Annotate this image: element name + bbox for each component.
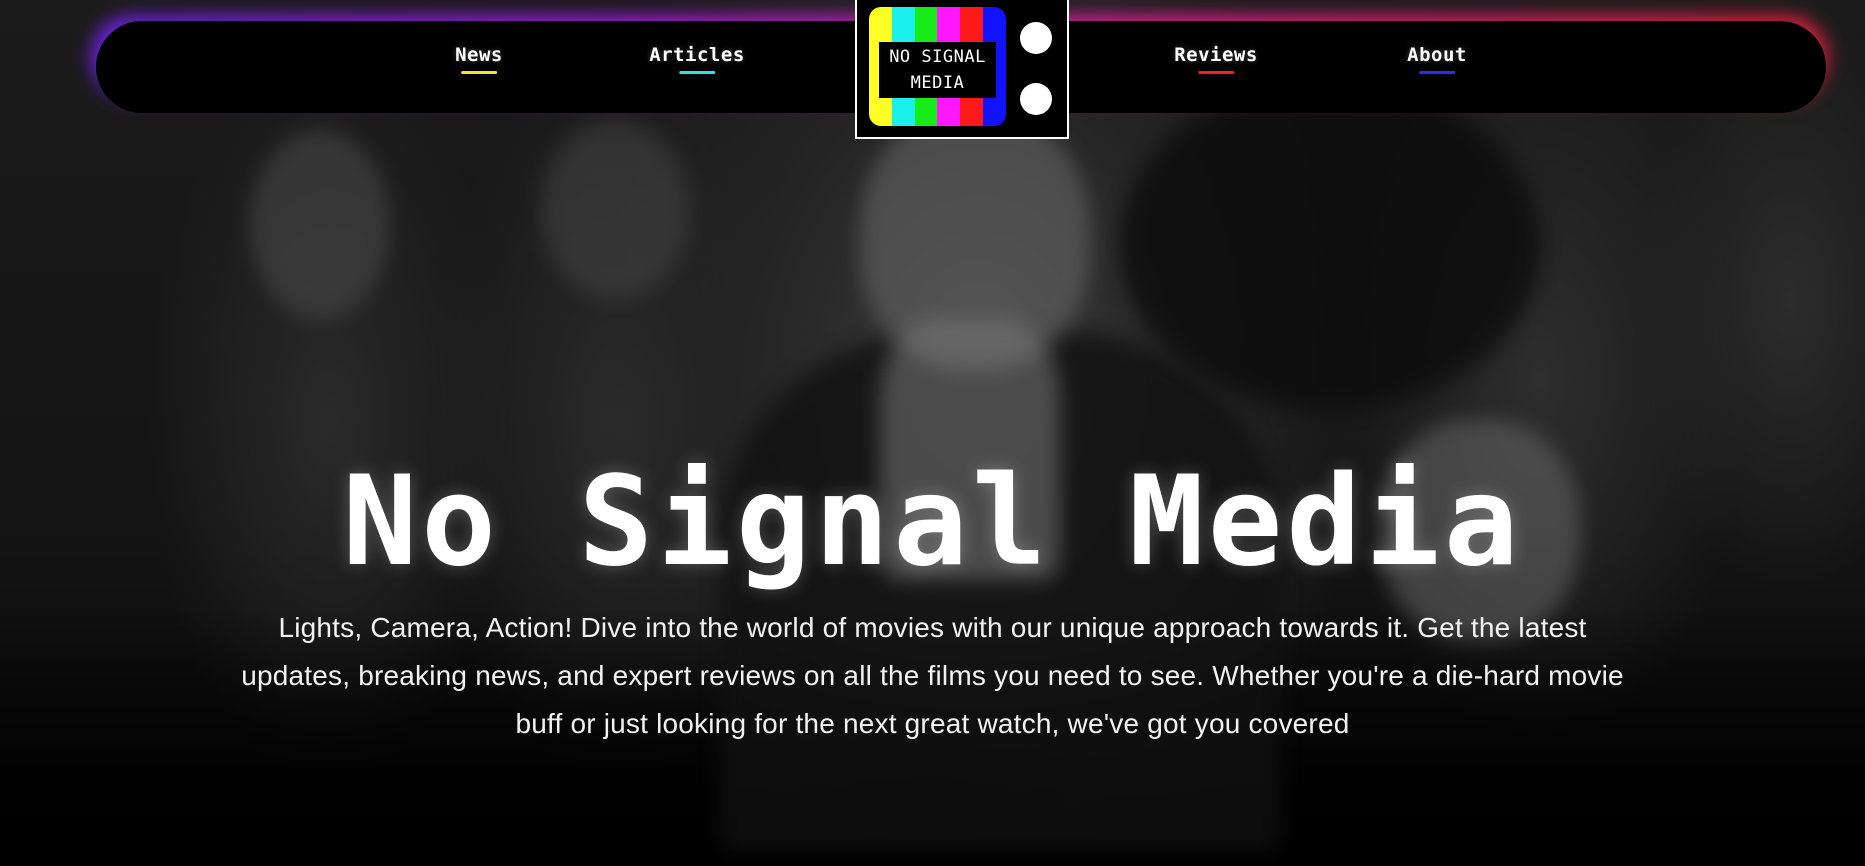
tv-knob-icon <box>1020 83 1052 115</box>
nav-underline <box>1197 71 1234 74</box>
hero-title: No Signal Media <box>342 450 1523 595</box>
nav-link-articles[interactable]: Articles <box>649 44 745 74</box>
nav-link-label: About <box>1407 44 1467 66</box>
nav-underline <box>460 71 497 74</box>
logo-text-line-1: NO SIGNAL <box>889 47 986 67</box>
nav-link-label: News <box>455 44 503 66</box>
page: News Articles Reviews About NO SIGNAL ME… <box>0 0 1865 866</box>
nav-underline <box>1418 71 1455 74</box>
nav-link-label: Reviews <box>1174 44 1258 66</box>
logo-text-line-2: MEDIA <box>910 73 965 93</box>
site-logo[interactable]: NO SIGNAL MEDIA <box>855 0 1069 139</box>
tv-knob-icon <box>1020 22 1052 54</box>
nav-link-about[interactable]: About <box>1407 44 1467 74</box>
nav-link-news[interactable]: News <box>455 44 503 74</box>
nav-link-reviews[interactable]: Reviews <box>1174 44 1258 74</box>
nav-link-label: Articles <box>649 44 745 66</box>
hero-subtitle: Lights, Camera, Action! Dive into the wo… <box>241 612 1624 739</box>
nav-underline <box>678 71 715 74</box>
logo-text: NO SIGNAL MEDIA <box>879 42 996 98</box>
